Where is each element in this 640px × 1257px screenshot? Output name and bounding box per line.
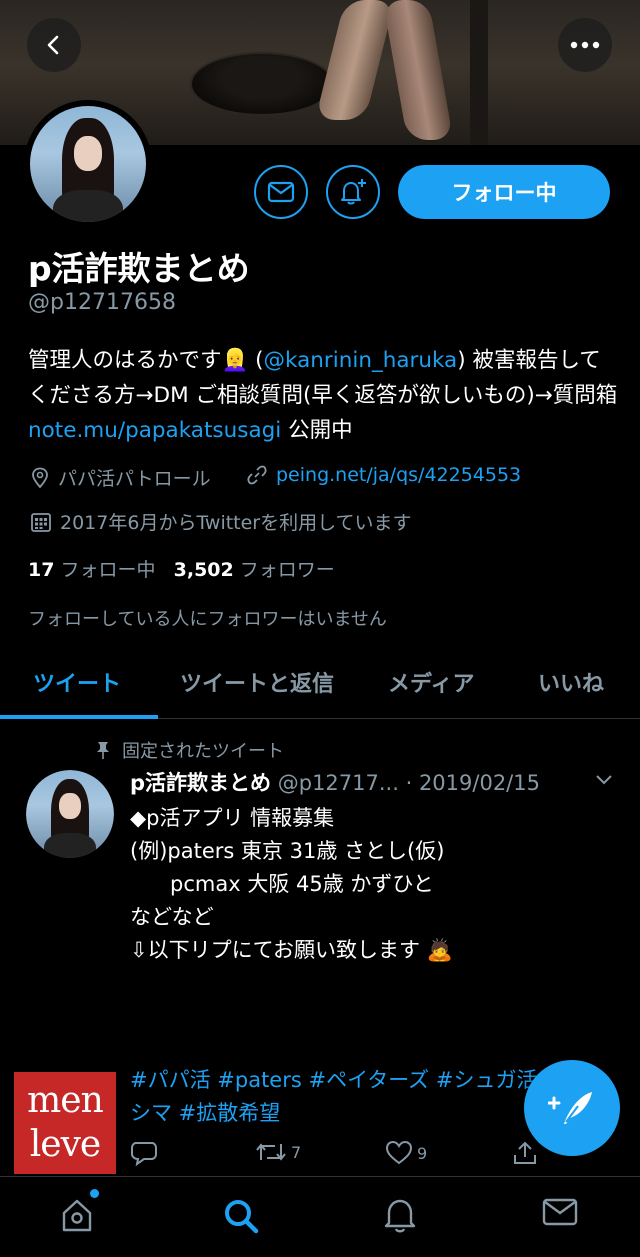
following-count: 17 — [28, 559, 55, 581]
avatar-image — [26, 770, 114, 858]
joined-text: 2017年6月からTwitterを利用しています — [60, 512, 412, 534]
share-button[interactable] — [512, 1140, 538, 1166]
profile-joined: 2017年6月からTwitterを利用しています — [30, 508, 412, 535]
tweet-author-name[interactable]: p活詐欺まとめ — [130, 771, 271, 795]
more-horizontal-icon — [570, 41, 600, 49]
tab-tweets-replies[interactable]: ツイートと返信 — [180, 666, 334, 698]
tab-tweets[interactable]: ツイート — [33, 666, 121, 698]
retweet-button[interactable]: 7 — [255, 1140, 301, 1164]
following-link[interactable]: 17 フォロー中 — [28, 559, 156, 581]
profile-tabs: ツイート ツイートと返信 メディア いいね — [0, 652, 640, 719]
heart-icon — [385, 1140, 413, 1165]
link-icon — [247, 465, 267, 485]
bio-mention-link[interactable]: @kanrinin_haruka — [264, 348, 458, 373]
like-count: 9 — [417, 1143, 428, 1163]
tweet-line: ⇩以下リプにてお願い致します 🙇 — [130, 938, 453, 962]
home-icon — [62, 1199, 92, 1232]
share-icon — [514, 1141, 536, 1164]
logo-line: leve — [29, 1124, 101, 1165]
profile-bio: 管理人のはるかです👱‍♀️ (@kanrinin_haruka) 被害報告してく… — [28, 348, 618, 443]
tweet-header: p活詐欺まとめ @p12717... · 2019/02/15 — [130, 767, 540, 797]
calendar-icon — [31, 512, 51, 532]
notifications-icon — [384, 1199, 416, 1233]
pinned-indicator: 固定されたツイート — [94, 737, 284, 763]
retweet-icon — [256, 1143, 286, 1161]
nav-home[interactable] — [60, 1197, 94, 1237]
tweet-avatar[interactable] — [26, 770, 114, 858]
tweet-line: pcmax 大阪 45歳 かずひと — [130, 872, 434, 896]
chevron-left-icon — [47, 35, 59, 55]
banner-leg — [382, 0, 454, 140]
active-tab-indicator — [0, 715, 158, 719]
chevron-down-icon — [596, 775, 612, 785]
pin-icon — [97, 742, 109, 759]
follow-counts: 17 フォロー中 3,502 フォロワー — [28, 555, 335, 582]
profile-avatar[interactable] — [24, 100, 152, 228]
tweet-author-handle: @p12717... — [277, 771, 399, 795]
banner-stool — [190, 52, 334, 116]
search-icon — [225, 1200, 259, 1234]
profile-name: p活詐欺まとめ — [28, 249, 250, 288]
nav-search[interactable] — [222, 1197, 260, 1239]
following-label: フォロー中 — [60, 559, 156, 581]
tweet-text: ◆p活アプリ 情報募集 (例)paters 東京 31歳 さとし(仮) pcma… — [130, 802, 600, 967]
bell-plus-icon — [341, 179, 366, 205]
location-text: パパ活パトロール — [58, 468, 211, 490]
tweet-line: (例)paters 東京 31歳 さとし(仮) — [130, 839, 445, 863]
retweet-count: 7 — [291, 1142, 302, 1162]
bio-url-link[interactable]: note.mu/papakatsusagi — [28, 418, 281, 443]
compose-tweet-button[interactable] — [524, 1060, 620, 1156]
profile-location: パパ活パトロール — [30, 464, 211, 491]
no-mutual-followers: フォローしている人にフォロワーはいません — [28, 609, 387, 630]
bio-text: 公開中 — [281, 418, 353, 443]
followers-link[interactable]: 3,502 フォロワー — [174, 559, 335, 581]
bio-text: 管理人のはるかです — [28, 348, 222, 373]
followers-label: フォロワー — [239, 559, 335, 581]
compose-feather-icon — [548, 1092, 592, 1124]
notifications-subscribe-button[interactable] — [326, 165, 380, 219]
home-notification-dot — [90, 1189, 99, 1198]
messages-icon — [542, 1198, 578, 1226]
tweet-menu-button[interactable] — [594, 772, 614, 791]
website-link[interactable]: peing.net/ja/qs/42254553 — [276, 464, 521, 486]
nav-notifications[interactable] — [383, 1197, 417, 1237]
reply-button[interactable] — [130, 1140, 162, 1166]
tweet-line: などなど — [130, 905, 214, 929]
menleve-logo: men leve — [14, 1072, 116, 1174]
message-button[interactable] — [254, 165, 308, 219]
tweet-date[interactable]: · 2019/02/15 — [406, 771, 540, 795]
bio-emoji: 👱‍♀️ — [221, 348, 249, 373]
avatar-image — [30, 106, 146, 222]
envelope-icon — [267, 181, 295, 203]
more-button[interactable] — [558, 18, 612, 72]
like-button[interactable]: 9 — [385, 1140, 427, 1166]
nav-messages[interactable] — [542, 1197, 578, 1231]
back-button[interactable] — [27, 18, 81, 72]
tab-likes[interactable]: いいね — [538, 666, 604, 698]
profile-website[interactable]: peing.net/ja/qs/42254553 — [246, 464, 521, 486]
location-pin-icon — [32, 467, 48, 488]
pinned-label: 固定されたツイート — [122, 741, 284, 762]
bottom-navigation — [0, 1176, 640, 1257]
followers-count: 3,502 — [173, 559, 234, 581]
banner-post — [470, 0, 488, 145]
profile-handle: @p12717658 — [28, 290, 176, 315]
banner-leg — [315, 0, 395, 120]
logo-line: men — [27, 1080, 104, 1121]
reply-icon — [131, 1142, 157, 1166]
tab-media[interactable]: メディア — [388, 666, 474, 698]
tweet-line: ◆p活アプリ 情報募集 — [130, 806, 335, 830]
following-button[interactable]: フォロー中 — [398, 165, 610, 219]
